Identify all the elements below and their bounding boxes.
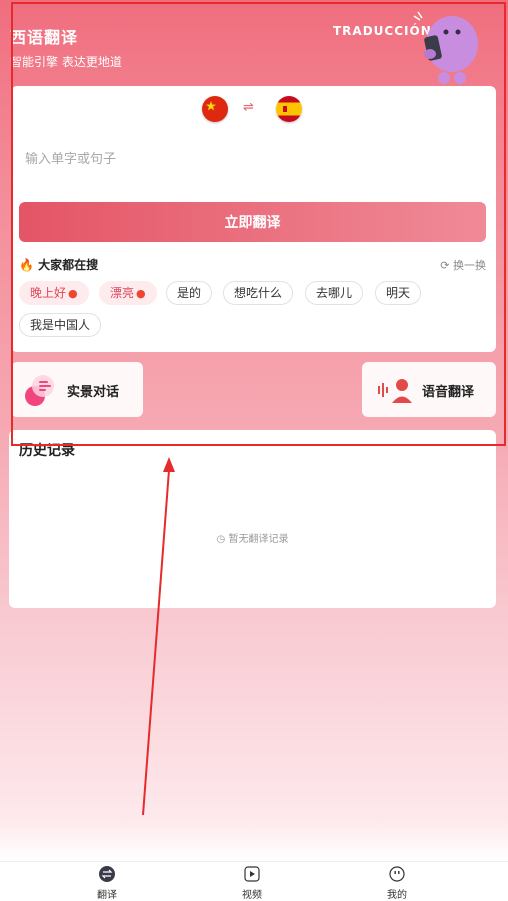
nav-label: 视频 [242, 890, 262, 901]
bottom-nav: 翻译 视频 我的 [0, 861, 508, 901]
nav-label: 翻译 [97, 890, 117, 901]
profile-icon [389, 866, 405, 882]
video-icon [244, 866, 260, 882]
nav-video[interactable]: 视频 [232, 866, 272, 901]
nav-translate[interactable]: 翻译 [87, 866, 127, 901]
annotation-arrow [142, 457, 175, 816]
nav-profile[interactable]: 我的 [377, 866, 417, 901]
translate-icon [99, 866, 115, 882]
nav-label: 我的 [387, 890, 407, 901]
